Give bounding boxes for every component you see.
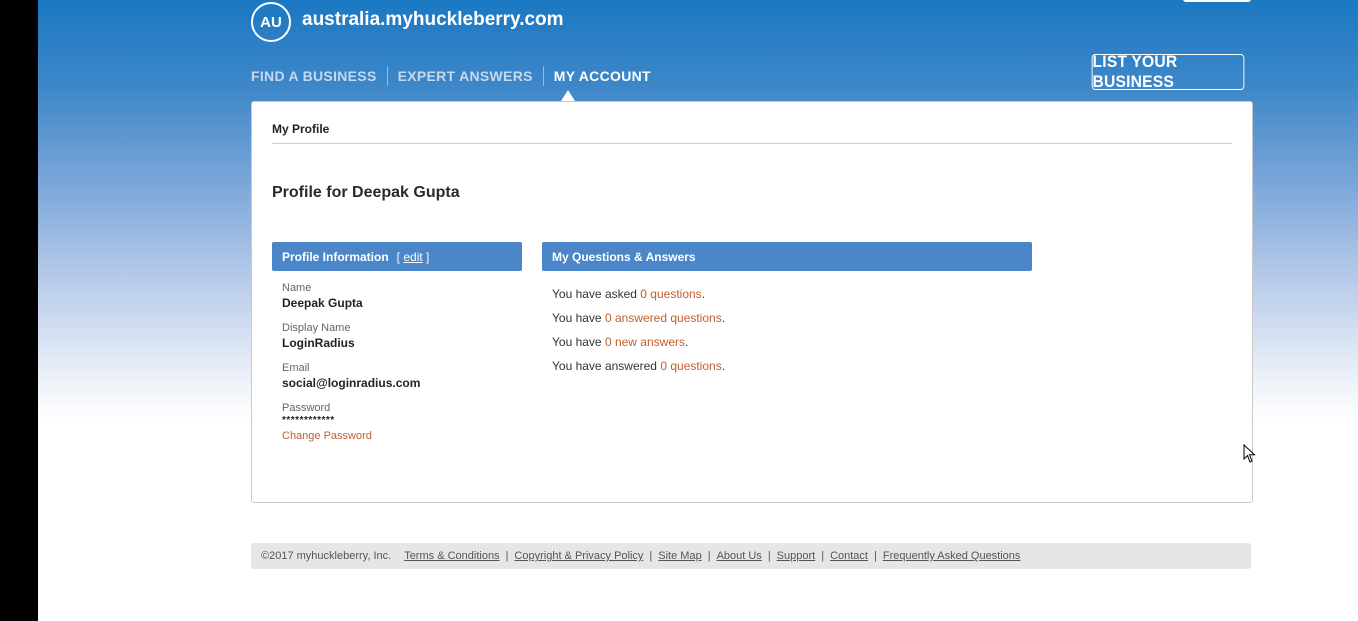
logo-badge: AU xyxy=(251,2,291,42)
list-your-business-button[interactable]: LIST YOUR BUSINESS xyxy=(1091,52,1245,91)
name-field: Name Deepak Gupta xyxy=(282,282,363,310)
nav-my-account[interactable]: MY ACCOUNT xyxy=(554,68,651,84)
qa-header: My Questions & Answers xyxy=(542,242,1032,271)
qa-you-answered-line: You have answered 0 questions. xyxy=(552,359,726,373)
qa-heading: My Questions & Answers xyxy=(552,249,696,264)
copyright: ©2017 myhuckleberry, Inc. xyxy=(261,550,392,562)
main-nav: FIND A BUSINESS EXPERT ANSWERS MY ACCOUN… xyxy=(251,66,651,86)
nav-divider xyxy=(386,66,388,86)
footer-link-about[interactable]: About Us xyxy=(717,550,762,562)
nav-divider xyxy=(542,66,544,86)
profile-info-heading: Profile Information xyxy=(282,249,389,264)
top-right-tab[interactable] xyxy=(1183,0,1251,2)
new-answers-link[interactable]: 0 new answers xyxy=(605,335,685,349)
email-label: Email xyxy=(282,362,310,374)
page: AU australia.myhuckleberry.com FIND A BU… xyxy=(38,0,1358,621)
qa-new-answers-line: You have 0 new answers. xyxy=(552,335,689,349)
footer-link-support[interactable]: Support xyxy=(777,550,816,562)
footer-link-terms[interactable]: Terms & Conditions xyxy=(404,550,499,562)
your-answers-link[interactable]: 0 questions xyxy=(660,359,721,373)
footer: ©2017 myhuckleberry, Inc. Terms & Condit… xyxy=(251,543,1251,569)
qa-asked-line: You have asked 0 questions. xyxy=(552,287,706,301)
edit-profile-link[interactable]: edit xyxy=(403,250,422,264)
left-black-edge xyxy=(0,0,38,621)
profile-info-header: Profile Information [ edit ] xyxy=(272,242,522,271)
footer-link-privacy[interactable]: Copyright & Privacy Policy xyxy=(514,550,643,562)
footer-link-sitemap[interactable]: Site Map xyxy=(658,550,701,562)
divider xyxy=(272,143,1232,144)
nav-find-a-business[interactable]: FIND A BUSINESS xyxy=(251,68,377,84)
breadcrumb: My Profile xyxy=(272,122,330,136)
display-name-field: Display Name LoginRadius xyxy=(282,322,355,350)
asked-questions-link[interactable]: 0 questions xyxy=(640,287,701,301)
footer-link-faq[interactable]: Frequently Asked Questions xyxy=(883,550,1021,562)
password-field: Password ************ xyxy=(282,402,335,426)
display-name-label: Display Name xyxy=(282,322,351,334)
display-name-value: LoginRadius xyxy=(282,336,355,350)
nav-expert-answers[interactable]: EXPERT ANSWERS xyxy=(398,68,533,84)
name-value: Deepak Gupta xyxy=(282,296,363,310)
profile-panel: My Profile Profile for Deepak Gupta Prof… xyxy=(251,101,1253,503)
edit-link-wrapper: [ edit ] xyxy=(396,249,430,264)
page-title: Profile for Deepak Gupta xyxy=(272,184,460,201)
email-field: Email social@loginradius.com xyxy=(282,362,420,390)
mouse-pointer-icon xyxy=(1243,443,1257,469)
qa-answered-line: You have 0 answered questions. xyxy=(552,311,726,325)
site-logo[interactable]: AU australia.myhuckleberry.com xyxy=(251,0,564,42)
footer-link-contact[interactable]: Contact xyxy=(830,550,868,562)
password-label: Password xyxy=(282,402,331,414)
answered-questions-link[interactable]: 0 answered questions xyxy=(605,311,722,325)
active-nav-caret xyxy=(561,90,575,101)
site-name: australia.myhuckleberry.com xyxy=(302,9,564,30)
change-password-link[interactable]: Change Password xyxy=(282,430,372,442)
email-value: social@loginradius.com xyxy=(282,376,421,390)
name-label: Name xyxy=(282,282,312,294)
password-value: ************ xyxy=(282,415,335,426)
